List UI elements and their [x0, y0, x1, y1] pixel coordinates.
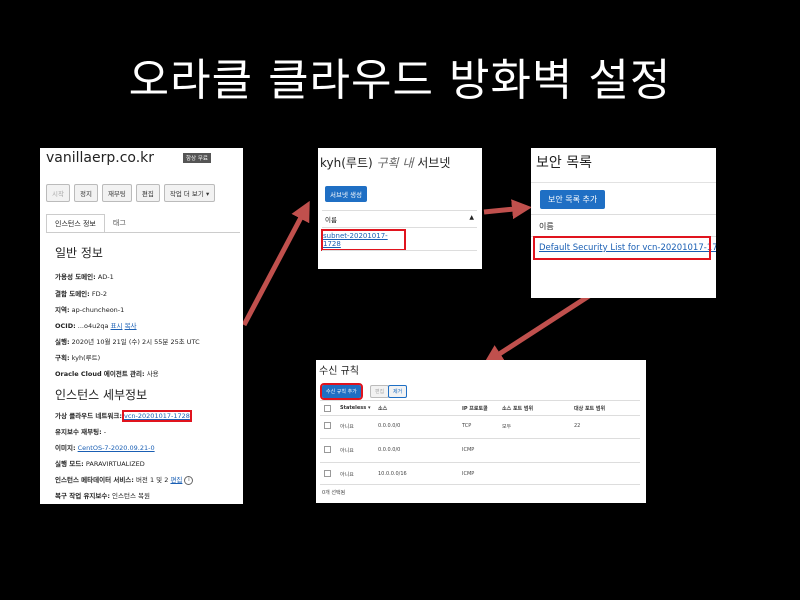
image-row: 이미지: CentOS-7-2020.09.21-0: [55, 444, 155, 452]
create-subnet-button[interactable]: 서브넷 생성: [325, 186, 367, 202]
divider: [320, 415, 640, 416]
ocid-copy-link[interactable]: 복사: [125, 322, 137, 330]
subnet-panel: kyh(루트) 구획 내 서브넷 서브넷 생성 이름 ▲ subnet-2020…: [318, 148, 482, 269]
source-cell: 10.0.0.0/16: [378, 471, 407, 477]
subnet-table-header: 이름 ▲: [322, 210, 477, 228]
compartment-row: 구획: kyh(루트): [55, 354, 101, 362]
security-list-panel: 보안 목록 보안 목록 추가 이름 Default Security List …: [531, 148, 716, 298]
source-cell: 0.0.0.0/0: [378, 447, 401, 453]
stateless-cell: 아니요: [340, 448, 354, 454]
source-port-header: 소스 포트 범위: [502, 406, 534, 412]
arrow-subnet-to-security: [483, 199, 532, 220]
edit-rule-button[interactable]: 편집: [370, 385, 390, 398]
sort-up-icon[interactable]: ▲: [469, 214, 474, 221]
row-checkbox[interactable]: [324, 470, 331, 477]
row-checkbox[interactable]: [324, 446, 331, 453]
tab-divider: [46, 232, 240, 233]
availability-domain-row: 가용성 도메인: AD-1: [55, 273, 114, 281]
stateless-cell: 아니요: [340, 472, 354, 478]
maintenance-row: 유지보수 재부팅: -: [55, 428, 107, 436]
default-security-list-link[interactable]: Default Security List for vcn-20201017-1…: [539, 243, 716, 253]
general-info-heading: 일반 정보: [55, 246, 103, 260]
source-cell: 0.0.0.0/0: [378, 423, 401, 429]
divider: [320, 462, 640, 463]
divider: [531, 214, 716, 215]
divider: [531, 182, 716, 183]
edit-button[interactable]: 편집: [135, 184, 160, 202]
stateless-header[interactable]: Stateless ▾: [340, 405, 370, 411]
protocol-cell: ICMP: [462, 447, 475, 453]
arrow-vcn-to-subnet: [241, 200, 310, 327]
tab-instance-info[interactable]: 인스턴스 정보: [46, 214, 105, 233]
always-free-badge: 항상 무료: [183, 153, 211, 163]
ingress-rules-title: 수신 규칙: [319, 366, 359, 377]
add-security-list-button[interactable]: 보안 목록 추가: [540, 190, 606, 209]
fault-domain-row: 결함 도메인: FD-2: [55, 290, 108, 298]
subnet-panel-title: kyh(루트) 구획 내 서브넷: [320, 156, 451, 170]
divider: [531, 236, 716, 237]
instance-panel: vanillaerp.co.kr 항상 무료 시작 정지 재부팅 편집 작업 더…: [40, 148, 243, 504]
instance-tabs: 인스턴스 정보 태그: [46, 214, 134, 233]
security-list-title: 보안 목록: [536, 155, 592, 171]
info-icon[interactable]: i: [184, 475, 194, 485]
protocol-header: IP 프로토콜: [462, 406, 488, 412]
row-checkbox[interactable]: [324, 422, 331, 429]
tab-tags[interactable]: 태그: [105, 214, 134, 233]
name-column-header[interactable]: 이름: [539, 221, 554, 232]
launched-row: 실행: 2020년 10월 21일 (수) 2시 55분 25초 UTC: [55, 338, 200, 346]
protocol-cell: ICMP: [462, 471, 475, 477]
divider: [320, 400, 640, 401]
add-ingress-rule-button[interactable]: 수신 규칙 추가: [320, 383, 363, 400]
instance-domain: vanillaerp.co.kr: [46, 150, 155, 166]
image-link[interactable]: CentOS-7-2020.09.21-0: [78, 444, 155, 452]
metadata-row: 인스턴스 메타데이터 서비스: 버전 1 및 2 편집 i: [55, 474, 194, 485]
name-column-header[interactable]: 이름: [325, 214, 337, 224]
ocid-row: OCID: ...o4u2qa 표시 복사: [55, 322, 137, 330]
source-header: 소스: [378, 406, 388, 412]
instance-actions: 시작 정지 재부팅 편집 작업 더 보기 ▾: [46, 184, 216, 202]
divider: [320, 438, 640, 439]
subnet-table-bottom: [322, 250, 477, 251]
dest-port-header: 대상 포트 범위: [574, 406, 606, 412]
launch-mode-row: 실행 모드: PARAVIRTUALIZED: [55, 460, 145, 468]
selection-count: 0개 선택됨: [322, 490, 346, 496]
remove-rule-button[interactable]: 제거: [388, 385, 408, 398]
dest-port-cell: 22: [574, 423, 581, 429]
stateless-cell: 아니요: [340, 424, 354, 430]
source-port-cell: 모두: [502, 424, 512, 430]
vcn-link[interactable]: vcn-20201017-1728: [122, 410, 192, 422]
more-actions-button[interactable]: 작업 더 보기 ▾: [163, 184, 216, 202]
vcn-row: 가상 클라우드 네트워크: vcn-20201017-1728: [55, 410, 192, 422]
agent-row: Oracle Cloud 에이전트 관리: 사용: [55, 370, 159, 378]
metadata-edit-link[interactable]: 편집: [170, 476, 182, 484]
select-all-checkbox[interactable]: [324, 405, 331, 412]
recovery-row: 복구 작업 유지보수: 인스턴스 복원: [55, 492, 150, 500]
start-button[interactable]: 시작: [46, 184, 70, 202]
instance-details-heading: 인스턴스 세부정보: [55, 388, 148, 402]
ocid-show-link[interactable]: 표시: [111, 322, 123, 330]
subnet-link[interactable]: subnet-20201017-1728: [321, 229, 406, 251]
protocol-cell: TCP: [462, 423, 472, 429]
region-row: 지역: ap-chuncheon-1: [55, 306, 125, 314]
reboot-button[interactable]: 재부팅: [101, 184, 132, 202]
security-list-row: Default Security List for vcn-20201017-1…: [533, 236, 716, 260]
divider: [320, 484, 640, 485]
ingress-rules-panel: 수신 규칙 수신 규칙 추가 편집 제거 Stateless ▾ 소스 IP 프…: [316, 360, 646, 503]
stop-button[interactable]: 정지: [73, 184, 98, 202]
